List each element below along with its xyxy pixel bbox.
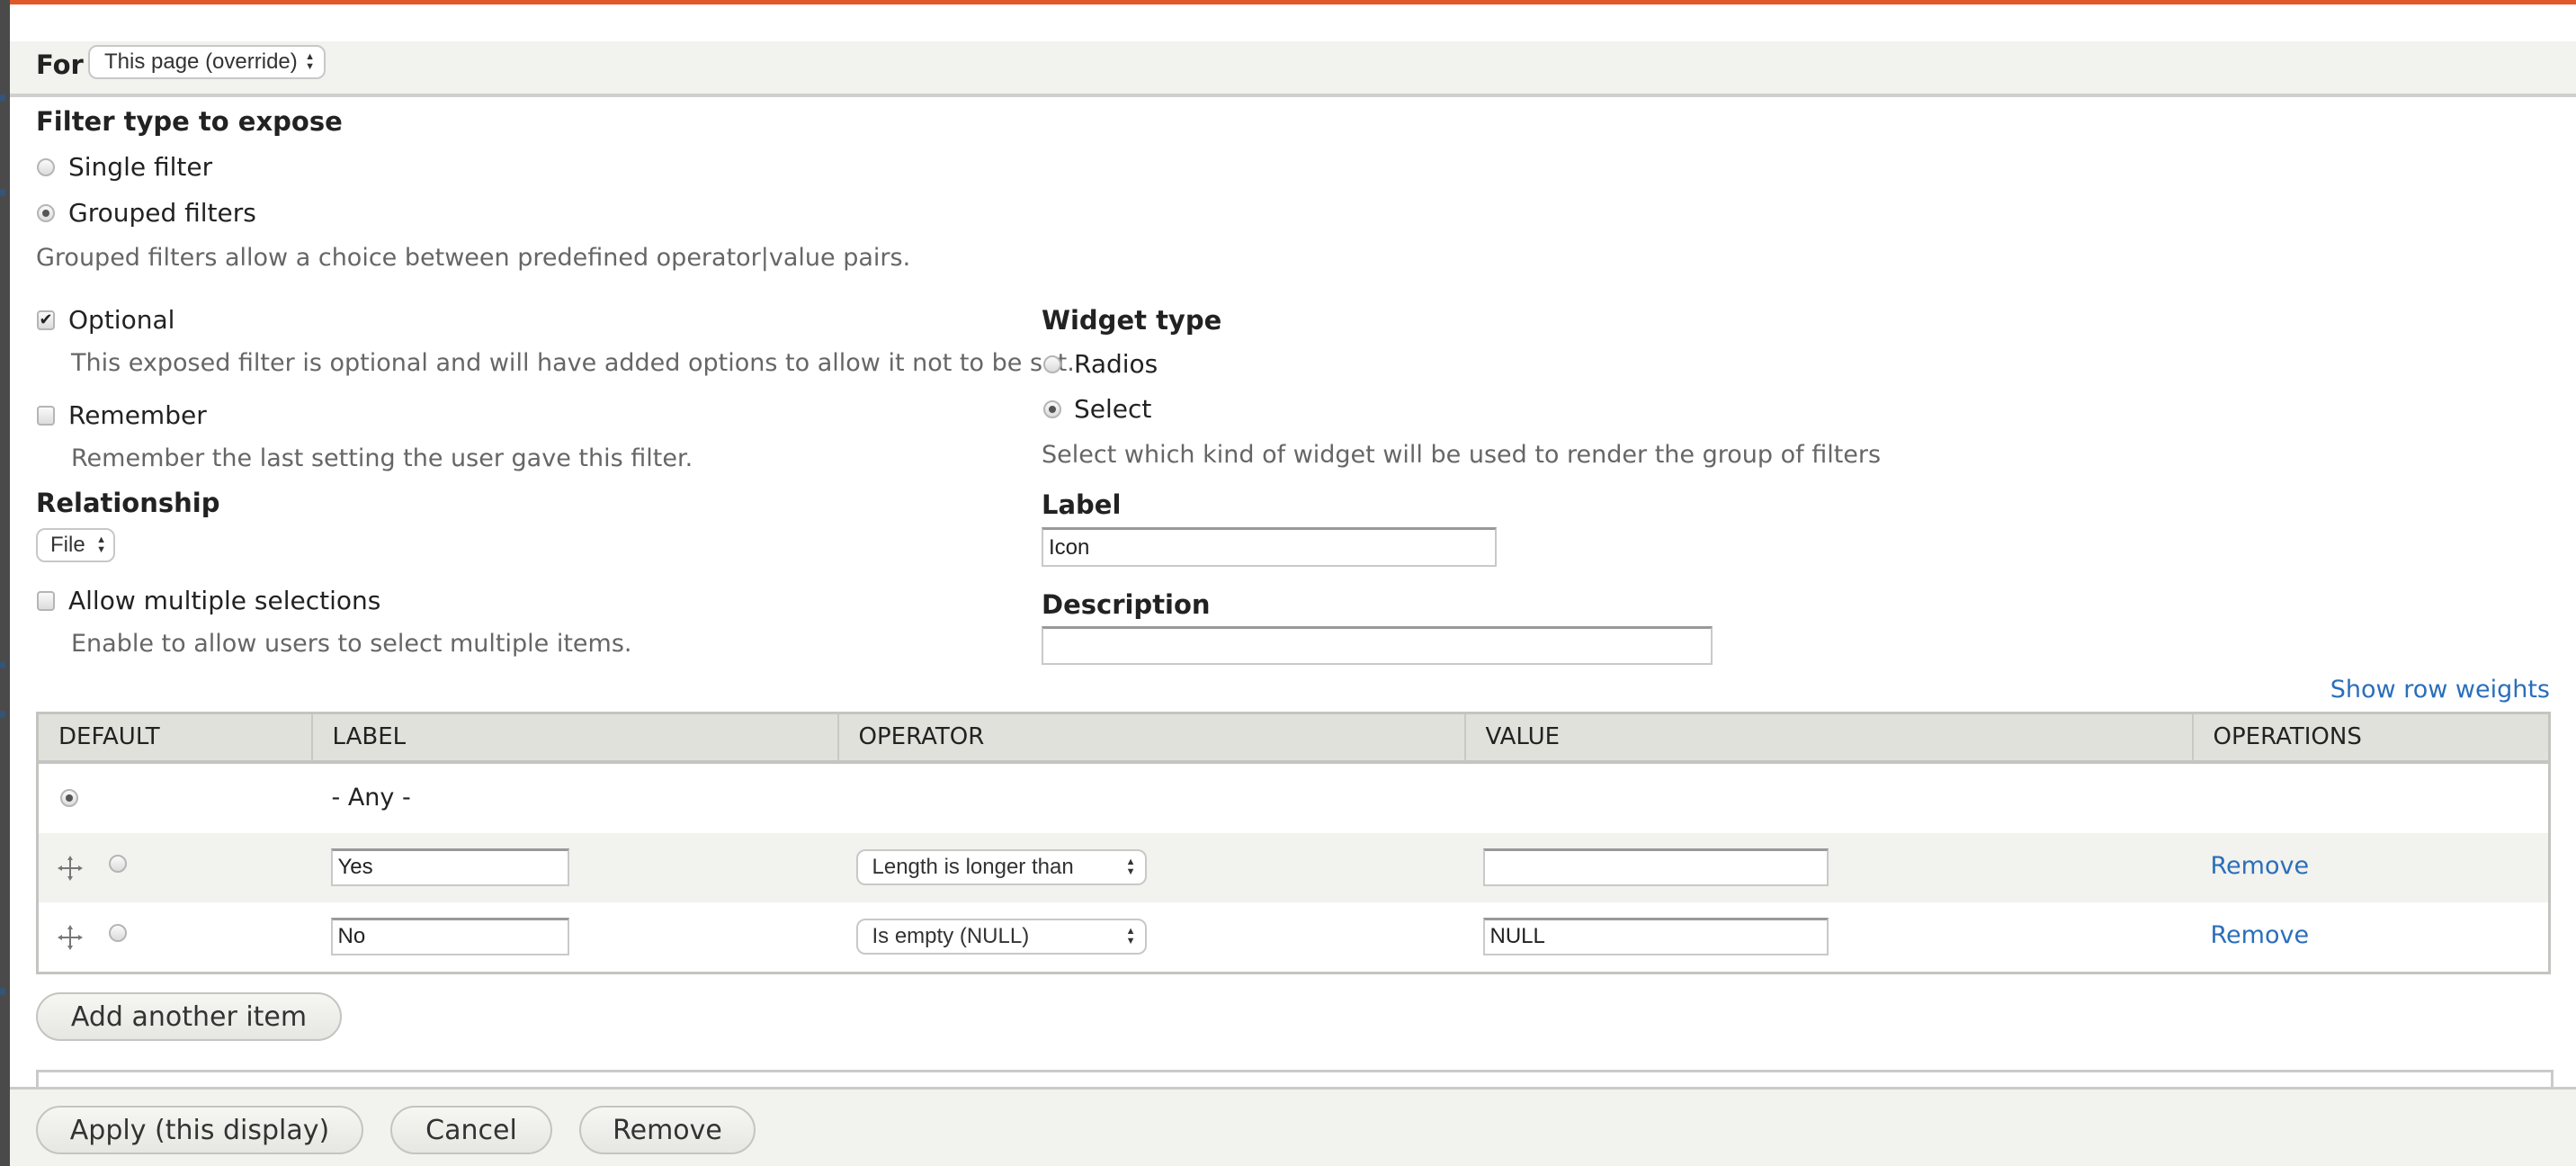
optional-label[interactable]: Optional — [68, 304, 174, 336]
widget-type-heading: Widget type — [1042, 305, 1222, 336]
drag-handle-icon[interactable] — [57, 924, 84, 951]
for-label: For — [36, 49, 84, 80]
table-row: No Is empty (NULL) ▲ ▼ NULL Remove — [37, 901, 2550, 973]
grouped-filters-table: DEFAULT LABEL OPERATOR VALUE OPERATIONS … — [36, 712, 2551, 974]
override-bar — [10, 41, 2576, 97]
row-value-value: NULL — [1489, 924, 1545, 948]
column-header-operations: OPERATIONS — [2192, 713, 2550, 764]
row-operator-select[interactable]: Length is longer than ▲ ▼ — [855, 848, 1147, 885]
single-filter-label[interactable]: Single filter — [68, 151, 212, 184]
column-header-label: LABEL — [311, 713, 839, 764]
filter-type-description: Grouped filters allow a choice between p… — [36, 244, 911, 272]
select-label[interactable]: Select — [1074, 393, 1151, 426]
select-radio[interactable] — [1043, 400, 1061, 418]
background-fragment — [0, 988, 5, 995]
row-label-value: No — [337, 924, 366, 948]
optional-checkbox[interactable]: ✔ — [37, 310, 55, 330]
description-heading: Description — [1042, 589, 1211, 620]
default-radio-any[interactable] — [60, 788, 78, 807]
column-header-default: DEFAULT — [37, 713, 313, 764]
row-label-value: Yes — [337, 855, 373, 879]
relationship-heading: Relationship — [36, 488, 220, 518]
select-arrows-icon: ▲ ▼ — [305, 51, 315, 72]
table-header-row: DEFAULT LABEL OPERATOR VALUE OPERATIONS — [37, 713, 2550, 764]
row-value-input[interactable]: NULL — [1482, 917, 1829, 955]
message-box — [10, 0, 2576, 4]
background-fragment — [0, 94, 5, 102]
remember-description: Remember the last setting the user gave … — [71, 444, 693, 472]
allow-multiple-label[interactable]: Allow multiple selections — [68, 585, 380, 617]
widget-type-description: Select which kind of widget will be used… — [1042, 441, 1882, 469]
filter-type-heading: Filter type to expose — [36, 106, 343, 137]
label-input[interactable]: Icon — [1042, 527, 1497, 567]
label-heading: Label — [1042, 489, 1122, 520]
row-label-input[interactable]: Yes — [330, 848, 569, 886]
optional-description: This exposed filter is optional and will… — [71, 349, 1075, 377]
cancel-button[interactable]: Cancel — [390, 1106, 552, 1154]
grouped-filters-label[interactable]: Grouped filters — [68, 197, 256, 229]
row-label-input[interactable]: No — [330, 917, 569, 955]
remember-checkbox[interactable] — [37, 406, 55, 426]
select-arrows-icon: ▲ ▼ — [1125, 856, 1136, 877]
show-row-weights-link[interactable]: Show row weights — [2330, 674, 2550, 706]
remove-row-link[interactable]: Remove — [2211, 919, 2310, 952]
remove-row-link[interactable]: Remove — [2211, 850, 2310, 883]
background-overlay — [0, 0, 10, 1166]
row-operator-select[interactable]: Is empty (NULL) ▲ ▼ — [855, 918, 1147, 955]
select-arrows-icon: ▲ ▼ — [1125, 925, 1136, 946]
row-value-input[interactable] — [1482, 848, 1829, 886]
radios-radio[interactable] — [1043, 355, 1061, 373]
background-fragment — [0, 711, 5, 718]
column-header-operator: OPERATOR — [837, 713, 1466, 764]
checkmark-icon: ✔ — [39, 310, 53, 329]
default-radio[interactable] — [109, 923, 127, 942]
row-operator-value: Is empty (NULL) — [872, 923, 1030, 948]
background-fragment — [0, 661, 5, 668]
radios-label[interactable]: Radios — [1074, 348, 1158, 381]
drag-handle-icon[interactable] — [57, 855, 84, 882]
override-select-value: This page (override) — [104, 49, 298, 74]
column-header-value: VALUE — [1464, 713, 2194, 764]
remember-label[interactable]: Remember — [68, 399, 207, 432]
add-another-item-button[interactable]: Add another item — [36, 992, 342, 1041]
background-fragment — [0, 189, 5, 196]
relationship-select[interactable]: File ▲ ▼ — [36, 528, 115, 562]
grouped-filters-radio[interactable] — [37, 204, 55, 222]
default-radio[interactable] — [109, 854, 127, 873]
label-input-value: Icon — [1049, 534, 1090, 560]
relationship-select-value: File — [50, 533, 85, 557]
select-arrows-icon: ▲ ▼ — [96, 534, 106, 555]
any-label: - Any - — [331, 783, 411, 812]
table-row: Yes Length is longer than ▲ ▼ Remove — [37, 832, 2550, 902]
override-select[interactable]: This page (override) ▲ ▼ — [88, 45, 326, 79]
allow-multiple-description: Enable to allow users to select multiple… — [71, 630, 632, 658]
description-input[interactable] — [1042, 626, 1713, 665]
allow-multiple-checkbox[interactable] — [37, 591, 55, 611]
table-row-any: - Any - — [37, 761, 2550, 833]
apply-button[interactable]: Apply (this display) — [36, 1106, 363, 1154]
single-filter-radio[interactable] — [37, 158, 55, 176]
remove-button[interactable]: Remove — [579, 1106, 756, 1154]
row-operator-value: Length is longer than — [872, 854, 1074, 879]
